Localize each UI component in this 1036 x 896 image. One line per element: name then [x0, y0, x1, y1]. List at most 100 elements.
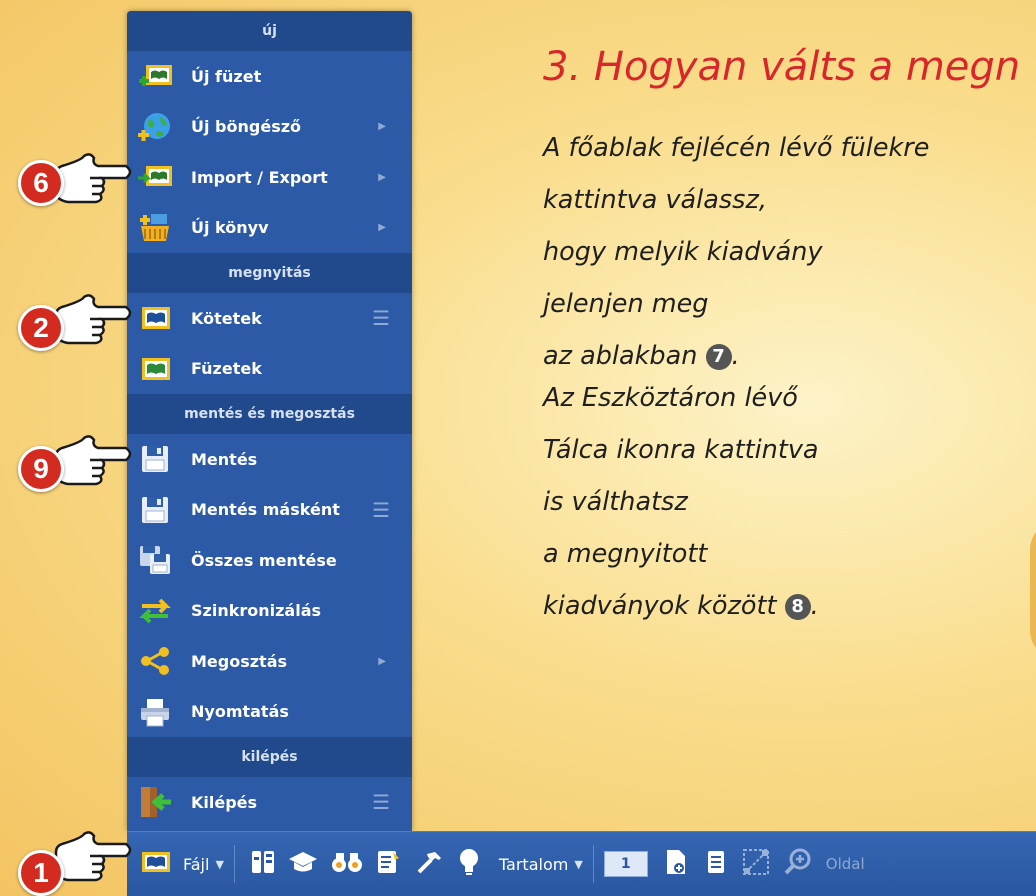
text-line: A főablak fejlécén lévő fülekre: [543, 133, 930, 163]
new-book-basket-icon: [137, 212, 173, 244]
callout-badge: 6: [18, 160, 64, 206]
text-line: jelenjen meg: [543, 289, 709, 319]
menu-item-save-as[interactable]: Mentés másként ☰: [127, 485, 412, 536]
text-line: a megnyitott: [543, 539, 708, 569]
zoom-in-button[interactable]: [778, 844, 818, 884]
menu-item-label: Nyomtatás: [191, 702, 289, 722]
pointer-1: 1: [18, 830, 134, 896]
menu-item-label: Szinkronizálás: [191, 601, 322, 621]
instruction-paragraph-1: A főablak fejlécén lévő fülekre kattintv…: [543, 122, 929, 382]
callout-badge: 2: [18, 305, 64, 351]
graduation-cap-icon: [287, 849, 319, 879]
page-label: Oldal: [825, 855, 865, 873]
pointer-2: 2: [18, 293, 134, 357]
menu-item-new-book[interactable]: Új könyv ▶: [127, 203, 412, 254]
bottom-toolbar: Fájl ▼ Tartalom ▼ 1 Oldal: [127, 831, 1036, 896]
menu-item-share[interactable]: Megosztás ▶: [127, 636, 412, 687]
menu-item-save-all[interactable]: Összes mentése: [127, 535, 412, 586]
zoom-in-icon: [783, 847, 813, 881]
list-options-icon[interactable]: ☰: [372, 306, 390, 330]
lightbulb-icon: [457, 847, 481, 881]
binoculars-icon: [331, 849, 363, 879]
page-list-icon: [706, 849, 726, 879]
file-label: Fájl: [183, 854, 210, 874]
menu-item-sync[interactable]: Szinkronizálás: [127, 586, 412, 637]
text-line-with-marker: kiadványok között 8.: [543, 591, 819, 621]
import-export-icon: [137, 161, 173, 193]
chevron-down-icon: ▼: [215, 857, 224, 871]
marker-badge: 7: [705, 344, 732, 370]
list-options-icon[interactable]: ☰: [372, 498, 390, 522]
hammer-icon: [415, 848, 443, 880]
menu-item-import-export[interactable]: Import / Export ▶: [127, 152, 412, 203]
menu-item-notebooks[interactable]: Füzetek: [127, 344, 412, 395]
section-heading: 3. Hogyan válts a megn: [543, 44, 1021, 90]
tray-button[interactable]: [245, 844, 281, 884]
education-button[interactable]: [281, 844, 325, 884]
page-number-field[interactable]: 1: [603, 844, 648, 884]
file-menu: új Új füzet Új böngésző ▶ Import / Expor…: [127, 11, 412, 831]
text-line: Tálca ikonra kattintva: [543, 435, 819, 465]
add-page-button[interactable]: [654, 844, 698, 884]
contents-label: Tartalom: [498, 854, 569, 874]
crop-button[interactable]: [734, 844, 778, 884]
search-binoculars-button[interactable]: [325, 844, 369, 884]
floppy-save-as-icon: [137, 494, 173, 526]
text-line: kattintva válassz,: [543, 185, 767, 215]
text-line: is válthatsz: [543, 487, 688, 517]
menu-item-label: Összes mentése: [191, 550, 337, 570]
section-header-save-share: mentés és megosztás: [127, 394, 412, 434]
toolbar-divider: [592, 845, 594, 883]
menu-item-label: Új füzet: [191, 66, 262, 86]
submenu-arrow-icon: ▶: [378, 121, 386, 133]
file-menu-button[interactable]: Fájl ▼: [141, 844, 224, 884]
list-options-icon[interactable]: ☰: [372, 790, 390, 814]
crop-path-icon: [742, 848, 770, 880]
page-add-icon: [664, 848, 688, 880]
chevron-down-icon: ▼: [574, 857, 583, 871]
submenu-arrow-icon: ▶: [378, 655, 386, 667]
tools-button[interactable]: [409, 844, 449, 884]
toolbar-divider: [233, 845, 235, 883]
callout-badge: 9: [18, 446, 64, 492]
new-notebook-icon: [137, 60, 173, 92]
menu-item-save[interactable]: Mentés: [127, 434, 412, 485]
volumes-book-icon: [137, 302, 173, 334]
share-icon: [137, 645, 173, 677]
pointer-6: 6: [18, 152, 134, 216]
ideas-button[interactable]: [449, 844, 489, 884]
menu-item-print[interactable]: Nyomtatás: [127, 687, 412, 738]
text-fragment: kiadványok között: [543, 591, 777, 621]
section-header-new: új: [127, 11, 412, 51]
menu-item-volumes[interactable]: Kötetek ☰: [127, 293, 412, 344]
menu-item-label: Füzetek: [191, 359, 262, 379]
submenu-arrow-icon: ▶: [378, 222, 386, 234]
contents-menu-button[interactable]: Tartalom ▼: [499, 844, 583, 884]
page-list-button[interactable]: [698, 844, 734, 884]
sync-arrows-icon: [137, 595, 173, 627]
callout-badge: 1: [18, 850, 64, 896]
pointer-9: 9: [18, 434, 134, 498]
menu-item-new-browser[interactable]: Új böngésző ▶: [127, 102, 412, 153]
book-icon: [141, 850, 171, 878]
decorative-coin: [1030, 520, 1036, 660]
notebooks-icon: [137, 353, 173, 385]
text-line: hogy melyik kiadvány: [543, 237, 823, 267]
new-browser-globe-icon: [137, 111, 173, 143]
notes-button[interactable]: [369, 844, 409, 884]
exit-door-icon: [137, 786, 173, 818]
page-number-input[interactable]: 1: [603, 851, 648, 877]
note-edit-icon: [375, 848, 403, 880]
menu-item-label: Mentés: [191, 449, 258, 469]
instruction-paragraph-2: Az Eszköztáron lévő Tálca ikonra kattint…: [543, 372, 819, 632]
printer-icon: [137, 696, 173, 728]
menu-item-exit[interactable]: Kilépés ☰: [127, 777, 412, 828]
floppy-disk-icon: [137, 443, 173, 475]
marker-badge: 8: [784, 594, 811, 620]
text-fragment: az ablakban: [543, 341, 698, 371]
section-header-exit: kilépés: [127, 737, 412, 777]
tray-icon: [250, 848, 276, 880]
menu-item-new-notebook[interactable]: Új füzet: [127, 51, 412, 102]
submenu-arrow-icon: ▶: [378, 171, 386, 183]
save-all-icon: [137, 544, 173, 576]
